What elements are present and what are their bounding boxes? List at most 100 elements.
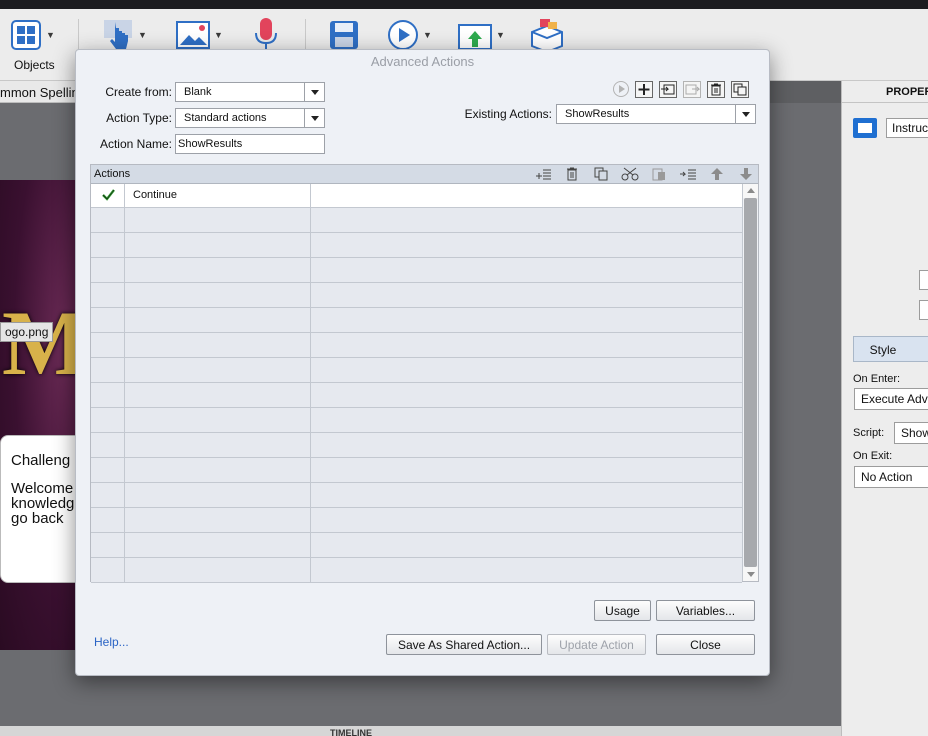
row-action-cell[interactable] (125, 533, 311, 557)
row-param-cell[interactable] (311, 358, 742, 382)
grid-scrollbar[interactable] (742, 184, 758, 581)
paste-row-icon[interactable] (649, 166, 669, 182)
row-param-cell[interactable] (311, 458, 742, 482)
row-check-cell[interactable] (91, 483, 125, 507)
import-action-icon[interactable] (659, 81, 677, 98)
object-name-field[interactable]: Instruc (886, 118, 928, 138)
delete-row-icon[interactable] (562, 166, 582, 182)
row-param-cell[interactable] (311, 558, 742, 582)
table-row[interactable] (91, 308, 742, 333)
property-field[interactable] (919, 300, 928, 320)
on-exit-select[interactable]: No Action (854, 466, 928, 488)
audio-button[interactable] (254, 17, 278, 53)
table-row[interactable]: Continue (91, 184, 742, 208)
row-param-cell[interactable] (311, 333, 742, 357)
row-action-cell[interactable] (125, 458, 311, 482)
add-action-icon[interactable] (635, 81, 653, 98)
media-button[interactable]: ▼ (176, 17, 223, 53)
table-row[interactable] (91, 508, 742, 533)
create-from-select[interactable]: Blank (175, 82, 325, 102)
row-check-cell[interactable] (91, 408, 125, 432)
table-row[interactable] (91, 383, 742, 408)
row-action-cell[interactable] (125, 283, 311, 307)
interactions-button[interactable]: ▼ (102, 17, 147, 53)
row-check-cell[interactable] (91, 208, 125, 232)
duplicate-action-icon[interactable] (731, 81, 749, 98)
row-param-cell[interactable] (311, 433, 742, 457)
row-check-cell[interactable] (91, 558, 125, 582)
tab-style[interactable]: Style (853, 336, 928, 362)
row-check-cell[interactable] (91, 433, 125, 457)
action-name-input[interactable]: ShowResults (175, 134, 325, 154)
row-action-cell[interactable]: Continue (125, 184, 311, 207)
row-check-cell[interactable] (91, 283, 125, 307)
row-action-cell[interactable] (125, 558, 311, 582)
row-param-cell[interactable] (311, 258, 742, 282)
existing-actions-select[interactable]: ShowResults (556, 104, 756, 124)
row-action-cell[interactable] (125, 358, 311, 382)
update-action-button[interactable]: Update Action (547, 634, 646, 655)
help-link[interactable]: Help... (94, 635, 129, 649)
cut-row-icon[interactable] (620, 166, 640, 182)
fill-color-swatch[interactable] (853, 118, 877, 138)
indent-row-icon[interactable] (678, 166, 698, 182)
publish-button[interactable]: ▼ (458, 17, 505, 53)
usage-button[interactable]: Usage (594, 600, 651, 621)
table-row[interactable] (91, 333, 742, 358)
copy-row-icon[interactable] (591, 166, 611, 182)
row-action-cell[interactable] (125, 383, 311, 407)
row-check-cell[interactable] (91, 233, 125, 257)
row-action-cell[interactable] (125, 308, 311, 332)
table-row[interactable] (91, 233, 742, 258)
table-row[interactable] (91, 358, 742, 383)
save-button[interactable] (329, 17, 359, 53)
preview-button[interactable]: ▼ (387, 17, 432, 53)
table-row[interactable] (91, 533, 742, 558)
row-check-cell[interactable] (91, 508, 125, 532)
delete-action-icon[interactable] (707, 81, 725, 98)
table-row[interactable] (91, 433, 742, 458)
on-enter-select[interactable]: Execute Adva (854, 388, 928, 410)
row-action-cell[interactable] (125, 483, 311, 507)
script-select[interactable]: Show (894, 422, 928, 444)
variables-button[interactable]: Variables... (656, 600, 755, 621)
row-param-cell[interactable] (311, 184, 742, 207)
table-row[interactable] (91, 283, 742, 308)
assets-button[interactable] (528, 17, 566, 53)
table-row[interactable] (91, 458, 742, 483)
row-action-cell[interactable] (125, 408, 311, 432)
table-row[interactable] (91, 258, 742, 283)
table-row[interactable] (91, 558, 742, 583)
save-as-shared-action-button[interactable]: Save As Shared Action... (386, 634, 542, 655)
row-param-cell[interactable] (311, 483, 742, 507)
row-check-cell[interactable] (91, 383, 125, 407)
row-check-cell[interactable] (91, 308, 125, 332)
insert-row-icon[interactable] (533, 166, 553, 182)
move-up-icon[interactable] (707, 166, 727, 182)
row-param-cell[interactable] (311, 383, 742, 407)
row-param-cell[interactable] (311, 283, 742, 307)
table-row[interactable] (91, 408, 742, 433)
scrollbar-thumb[interactable] (744, 198, 757, 567)
preview-action-icon[interactable] (613, 81, 629, 97)
scroll-up-icon[interactable] (743, 184, 758, 198)
objects-button[interactable]: ▼ (10, 17, 55, 53)
row-param-cell[interactable] (311, 308, 742, 332)
row-check-cell[interactable] (91, 358, 125, 382)
export-action-icon[interactable] (683, 81, 701, 98)
row-action-cell[interactable] (125, 333, 311, 357)
row-action-cell[interactable] (125, 258, 311, 282)
row-action-cell[interactable] (125, 208, 311, 232)
row-check-cell[interactable] (91, 184, 125, 207)
row-param-cell[interactable] (311, 533, 742, 557)
row-check-cell[interactable] (91, 333, 125, 357)
action-type-select[interactable]: Standard actions (175, 108, 325, 128)
table-row[interactable] (91, 208, 742, 233)
scroll-down-icon[interactable] (743, 567, 758, 581)
row-action-cell[interactable] (125, 508, 311, 532)
row-check-cell[interactable] (91, 533, 125, 557)
row-check-cell[interactable] (91, 458, 125, 482)
row-param-cell[interactable] (311, 233, 742, 257)
property-field[interactable] (919, 270, 928, 290)
close-button[interactable]: Close (656, 634, 755, 655)
